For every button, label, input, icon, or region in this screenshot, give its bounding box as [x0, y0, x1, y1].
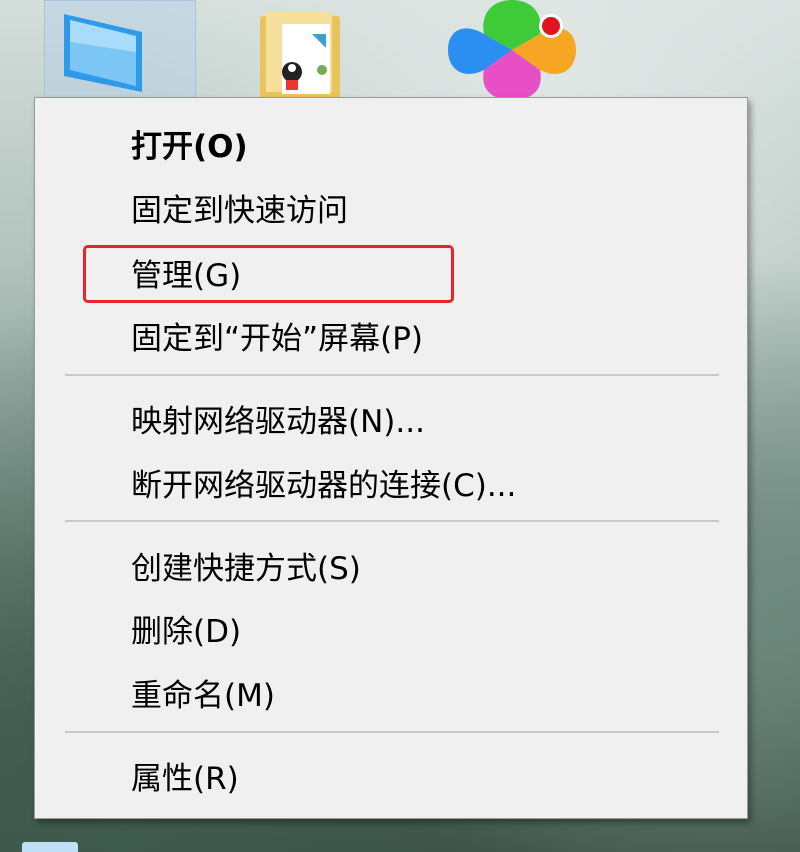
folder-icon[interactable]	[252, 10, 348, 100]
desktop-icon-partial[interactable]	[22, 842, 78, 852]
menu-item-properties[interactable]: 属性(R)	[35, 747, 747, 803]
menu-item-delete[interactable]: 删除(D)	[35, 600, 747, 656]
menu-separator	[65, 731, 719, 733]
app-icon[interactable]	[440, 0, 585, 100]
this-pc-icon[interactable]	[50, 6, 160, 102]
menu-item-manage[interactable]: 管理(G)	[35, 244, 747, 300]
menu-item-rename[interactable]: 重命名(M)	[35, 664, 747, 720]
menu-item-disconnect-network-drive[interactable]: 断开网络驱动器的连接(C)...	[35, 454, 747, 510]
menu-item-pin-quick-access[interactable]: 固定到快速访问	[35, 179, 747, 235]
menu-item-map-network-drive[interactable]: 映射网络驱动器(N)...	[35, 390, 747, 446]
menu-separator	[65, 374, 719, 376]
context-menu: 打开(O) 固定到快速访问 管理(G) 固定到“开始”屏幕(P) 映射网络驱动器…	[34, 97, 748, 819]
desktop: 打开(O) 固定到快速访问 管理(G) 固定到“开始”屏幕(P) 映射网络驱动器…	[0, 0, 800, 852]
menu-separator	[65, 520, 719, 522]
menu-item-open[interactable]: 打开(O)	[35, 115, 747, 171]
menu-item-pin-start[interactable]: 固定到“开始”屏幕(P)	[35, 307, 747, 363]
menu-item-create-shortcut[interactable]: 创建快捷方式(S)	[35, 537, 747, 593]
